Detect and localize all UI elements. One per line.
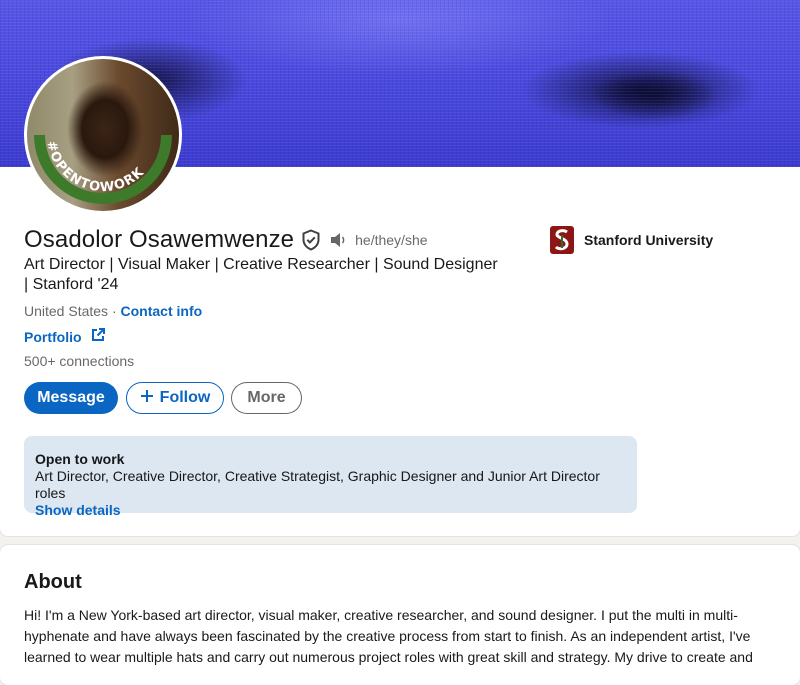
show-details-link[interactable]: Show details <box>35 502 625 519</box>
open-to-work-frame: #OPENTOWORK <box>34 135 172 204</box>
about-text: Hi! I'm a New York-based art director, v… <box>24 607 753 665</box>
school-name: Stanford University <box>584 232 714 248</box>
profile-top-card: #OPENTOWORK Osadolor Osawemwenze he/they… <box>0 0 800 536</box>
more-button[interactable]: More <box>231 382 302 414</box>
follow-label: Follow <box>159 389 211 406</box>
about-title: About <box>24 571 82 593</box>
speaker-icon[interactable] <box>329 231 349 249</box>
follow-button[interactable]: Follow <box>126 382 224 414</box>
plus-icon <box>140 389 154 408</box>
shield-check-icon[interactable] <box>301 229 321 251</box>
portfolio-row[interactable]: Portfolio <box>24 327 106 346</box>
profile-name: Osadolor Osawemwenze <box>24 226 295 253</box>
portfolio-link[interactable]: Portfolio <box>24 329 82 345</box>
open-to-work-card[interactable]: Open to work Art Director, Creative Dire… <box>24 436 637 518</box>
connections-count[interactable]: 500+ connections <box>24 353 134 369</box>
education-link[interactable]: Stanford University <box>550 226 713 254</box>
location-row: United States · Contact info <box>24 302 202 320</box>
stanford-logo <box>550 226 574 254</box>
location: United States <box>24 303 109 319</box>
open-to-work-roles: Art Director, Creative Director, Creativ… <box>35 468 600 501</box>
message-button[interactable]: Message <box>24 382 118 414</box>
about-section: About Hi! I'm a New York-based art direc… <box>0 545 800 685</box>
pronouns: he/they/she <box>355 232 428 248</box>
profile-headline: Art Director | Visual Maker | Creative R… <box>24 256 498 293</box>
separator-dot: · <box>111 303 117 319</box>
contact-info-link[interactable]: Contact info <box>121 303 203 319</box>
external-link-icon[interactable] <box>90 327 106 346</box>
profile-photo[interactable]: #OPENTOWORK <box>24 56 182 214</box>
open-to-work-title: Open to work <box>35 451 125 467</box>
